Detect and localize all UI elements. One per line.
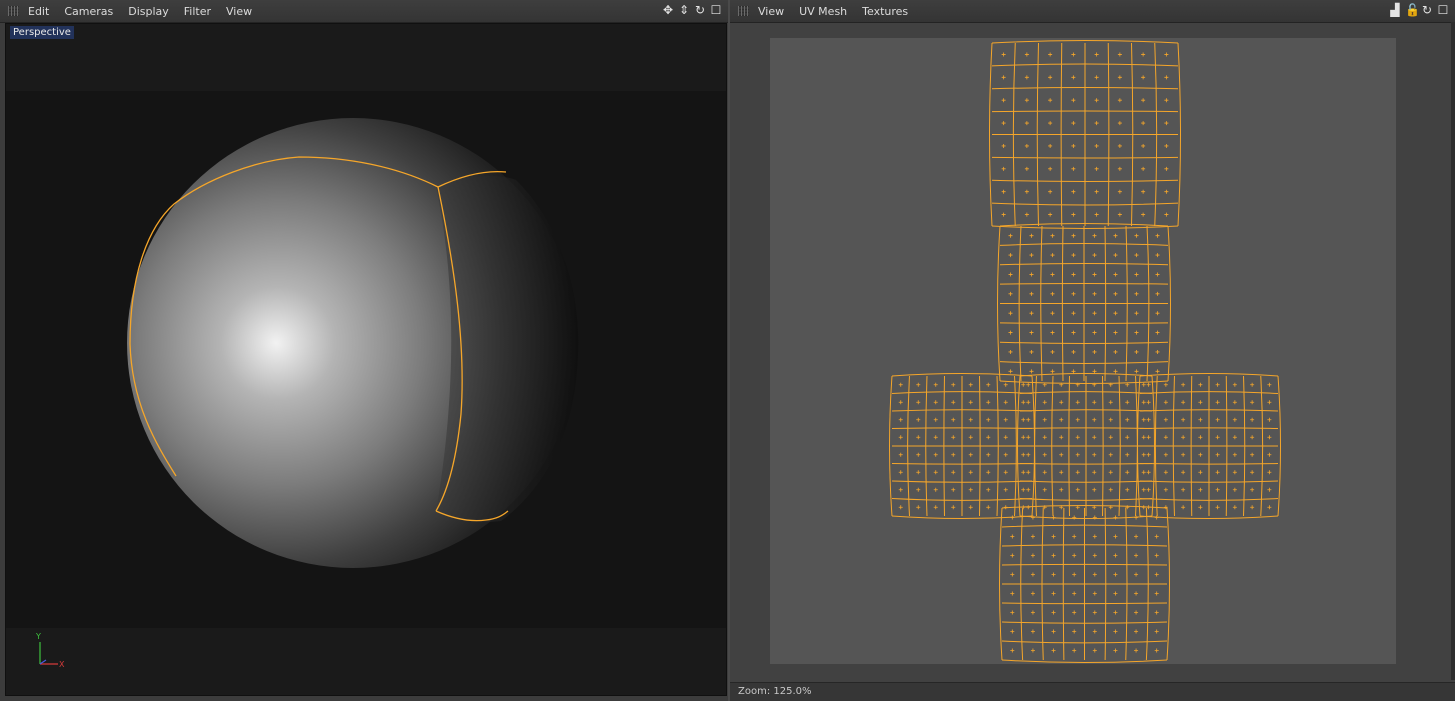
sphere-shadow-face — [436, 176, 579, 522]
panel-grip-icon[interactable] — [8, 6, 19, 16]
move-view-icon[interactable]: ✥ — [662, 4, 674, 17]
histogram-icon[interactable]: ▟ — [1389, 4, 1401, 17]
menu-cameras[interactable]: Cameras — [64, 5, 113, 18]
panel-edge — [1451, 22, 1455, 680]
rotate-view-icon[interactable]: ↻ — [694, 4, 706, 17]
lock-icon[interactable]: 🔓 — [1405, 4, 1420, 17]
uv-shell[interactable] — [999, 505, 1170, 663]
uv-mesh[interactable] — [770, 38, 1396, 664]
perspective-panel: Edit Cameras Display Filter View ✥ ⇕ ↻ ☐… — [0, 0, 728, 701]
uv-shell[interactable] — [889, 373, 1035, 519]
left-menubar: Edit Cameras Display Filter View ✥ ⇕ ↻ ☐ — [0, 0, 728, 23]
perspective-viewport[interactable]: Perspective Y X — [5, 23, 727, 696]
axis-y-label: Y — [35, 632, 41, 641]
menu-uv-mesh[interactable]: UV Mesh — [799, 5, 847, 18]
right-menubar: View UV Mesh Textures ▟ 🔓 ↻ ☐ — [730, 0, 1455, 23]
panel-grip-icon[interactable] — [738, 6, 749, 16]
uv-shell[interactable] — [989, 40, 1181, 229]
axis-gizmo: Y X — [35, 632, 65, 669]
maximize-view-icon[interactable]: ☐ — [710, 4, 722, 17]
left-menu: Edit Cameras Display Filter View — [28, 0, 267, 22]
maximize-view-icon[interactable]: ☐ — [1437, 4, 1449, 17]
dolly-view-icon[interactable]: ⇕ — [678, 4, 690, 17]
right-menu: View UV Mesh Textures — [758, 0, 923, 22]
uv-editor-panel: View UV Mesh Textures ▟ 🔓 ↻ ☐ Zoom: 125.… — [730, 0, 1455, 701]
status-bar: Zoom: 125.0% — [730, 682, 1455, 701]
sphere-render — [127, 118, 579, 568]
uv-canvas[interactable] — [770, 38, 1396, 664]
menu-edit[interactable]: Edit — [28, 5, 49, 18]
axis-x-label: X — [59, 660, 65, 669]
menu-view[interactable]: View — [758, 5, 784, 18]
uv-shell[interactable] — [997, 223, 1171, 384]
refresh-icon[interactable]: ↻ — [1421, 4, 1433, 17]
uv-shell[interactable] — [1137, 373, 1281, 519]
menu-display[interactable]: Display — [128, 5, 169, 18]
zoom-status: Zoom: 125.0% — [738, 686, 812, 697]
menu-textures[interactable]: Textures — [862, 5, 908, 18]
menu-view[interactable]: View — [226, 5, 252, 18]
uv-shell[interactable] — [1017, 373, 1155, 519]
menu-filter[interactable]: Filter — [184, 5, 211, 18]
